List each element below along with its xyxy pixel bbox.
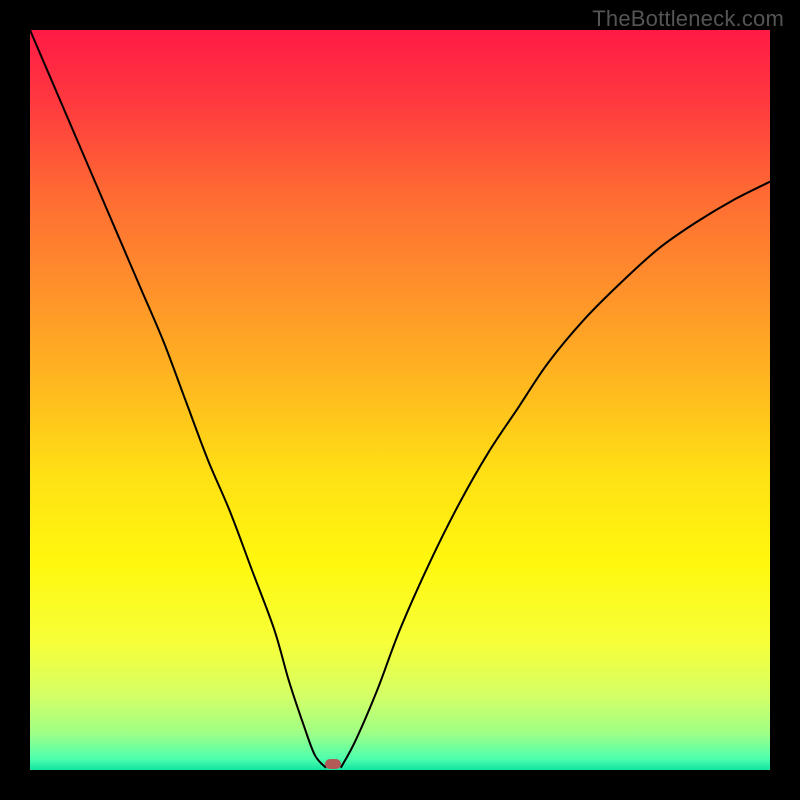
chart-plot-area [30, 30, 770, 770]
chart-background-gradient [30, 30, 770, 770]
optimal-point-marker [325, 759, 341, 769]
watermark-text: TheBottleneck.com [592, 6, 784, 32]
